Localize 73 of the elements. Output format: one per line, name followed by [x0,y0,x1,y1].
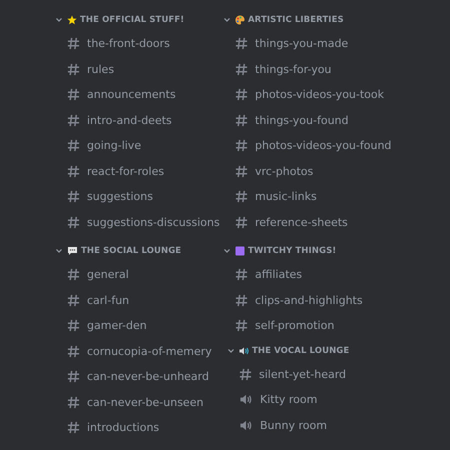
hashtag-icon [67,319,80,332]
channel-item[interactable]: gamer-den [55,313,223,338]
hashtag-icon [67,421,80,434]
hashtag-icon [235,88,248,102]
channel-item[interactable]: reference-sheets [223,210,423,235]
hashtag-icon [235,139,248,152]
category-title[interactable]: ARTISTIC LIBERTIES [248,15,344,25]
hashtag-icon [235,319,248,332]
square-icon [235,246,245,256]
channel-item[interactable]: silent-yet-heard [223,362,423,387]
chevron-icon[interactable] [223,247,231,255]
hashtag-icon [239,368,252,381]
hashtag-icon [67,294,80,307]
hashtag-icon [67,190,80,204]
speaker-icon [239,393,253,406]
hashtag-icon [235,268,248,282]
chevron-icon[interactable] [55,247,63,255]
channel-item[interactable]: going-live [55,133,223,158]
channel-item[interactable]: introductions [55,415,223,440]
channel-item[interactable]: self-promotion [223,313,423,338]
hashtag-icon [67,396,80,409]
hashtag-icon [235,62,248,76]
star-icon [67,15,77,25]
hashtag-icon [235,294,248,307]
channel-item[interactable]: suggestions [55,184,223,210]
category-title[interactable]: TWITCHY THINGS! [248,246,336,256]
hashtag-icon [235,37,248,50]
channel-item[interactable]: react-for-roles [55,158,223,184]
channel-item[interactable]: the-front-doors [55,31,223,56]
hashtag-icon [235,190,248,204]
hashtag-icon [67,268,80,282]
channel-item[interactable]: clips-and-highlights [223,288,423,313]
channel-item[interactable]: carl-fun [55,288,223,313]
hashtag-icon [235,114,248,127]
hashtag-icon [67,139,80,152]
chevron-icon[interactable] [55,16,63,24]
chevron-icon[interactable] [227,346,235,354]
hashtag-icon [235,164,248,178]
channel-item[interactable]: affiliates [223,262,423,288]
channel-item[interactable]: Kitty room [223,387,423,412]
hashtag-icon [235,216,248,229]
channel-item[interactable]: cornucopia-of-memery [55,338,223,364]
channel-item[interactable]: Bunny room [223,412,423,438]
channel-item[interactable]: photos-videos-you-found [223,133,423,158]
hashtag-icon [67,164,80,178]
category-title[interactable]: THE VOCAL LOUNGE [252,346,350,356]
channel-item[interactable]: things-you-made [223,31,423,56]
channel-item[interactable]: general [55,262,223,288]
palette-icon [235,15,245,25]
channel-item[interactable]: things-for-you [223,56,423,82]
channel-item[interactable]: photos-videos-you-took [223,82,423,108]
hashtag-icon [67,370,80,384]
hashtag-icon [67,216,80,229]
channel-item[interactable]: rules [55,56,223,82]
speech-bubble-icon [67,246,78,256]
channel-item[interactable]: vrc-photos [223,158,423,184]
hashtag-icon [67,88,80,102]
channel-item[interactable]: intro-and-deets [55,108,223,133]
channel-item[interactable]: announcements [55,82,223,108]
speaker-icon [239,418,253,432]
channel-item[interactable]: can-never-be-unheard [55,364,223,390]
category-title[interactable]: THE SOCIAL LOUNGE [81,246,182,256]
hashtag-icon [67,344,80,358]
speaker-icon [239,346,249,356]
channel-item[interactable]: things-you-found [223,108,423,133]
chevron-icon[interactable] [223,16,231,24]
category-title[interactable]: THE OFFICIAL STUFF! [80,15,184,25]
hashtag-icon [67,37,80,50]
channel-item[interactable]: can-never-be-unseen [55,390,223,415]
hashtag-icon [67,62,80,76]
hashtag-icon [67,114,80,127]
channel-item[interactable]: suggestions-discussions [55,210,223,235]
channel-item[interactable]: music-links [223,184,423,210]
